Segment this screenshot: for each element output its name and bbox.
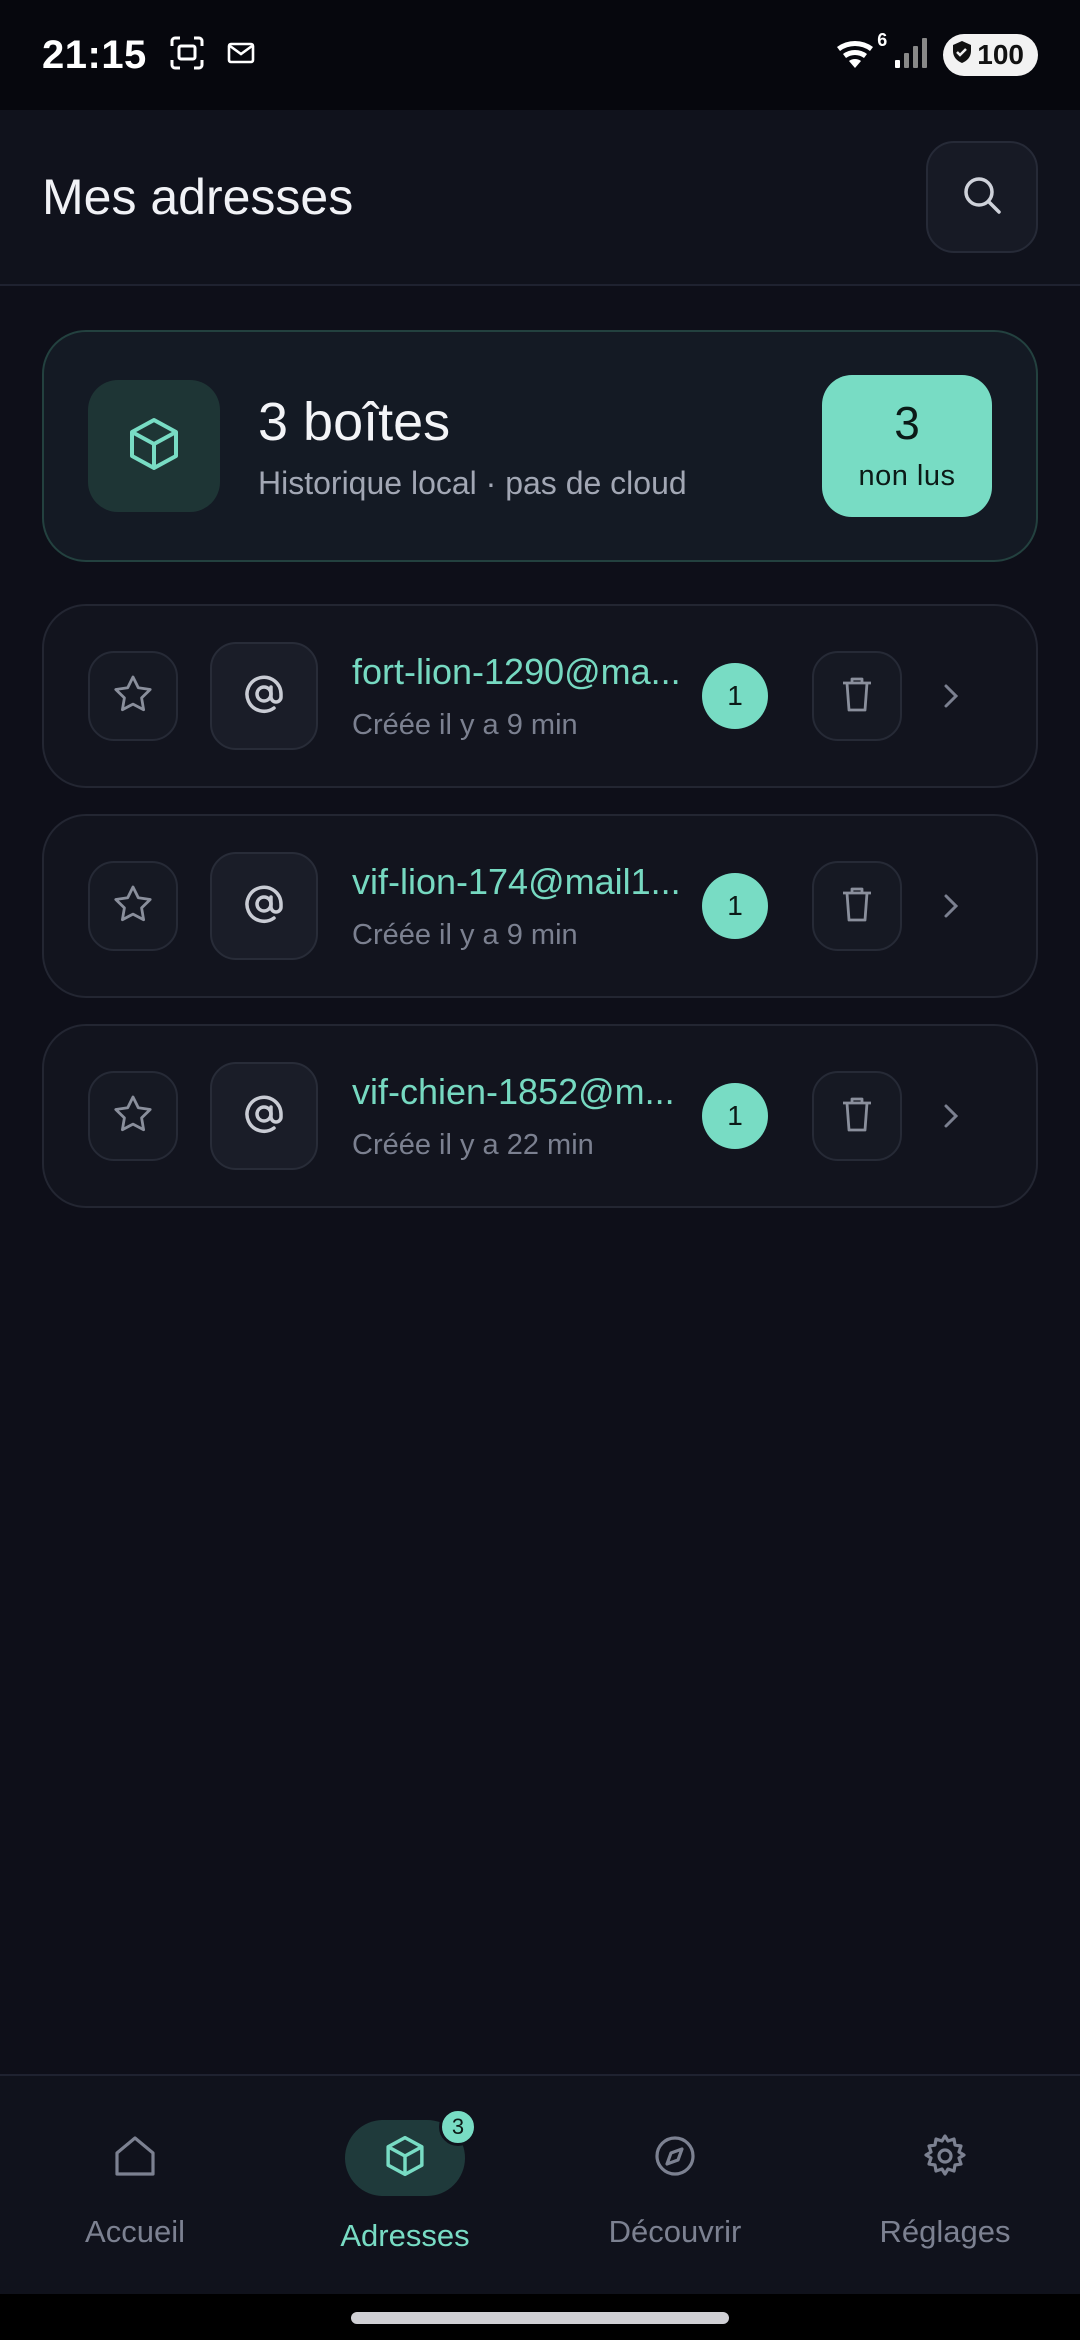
summary-subtitle: Historique local · pas de cloud [258,464,687,501]
wifi-label: 6 [877,29,888,50]
delete-button[interactable] [812,861,902,951]
at-icon [242,672,286,721]
nav-label: Réglages [879,2214,1011,2249]
unread-counter[interactable]: 3 non lus [822,375,992,517]
chevron-right-icon[interactable] [940,1099,962,1133]
chevron-right-icon[interactable] [940,679,962,713]
chevron-right-icon[interactable] [940,889,962,923]
unread-label: non lus [858,459,956,492]
bottom-nav: Accueil 3 Adresses Découvrir Réglages [0,2074,1080,2294]
nav-label: Accueil [85,2214,185,2249]
at-icon-box [210,1062,318,1170]
nav-badge: 3 [439,2108,477,2146]
address-created: Créée il y a 9 min [352,708,578,741]
address-email: fort-lion-1290@ma... [352,650,681,692]
shield-icon [951,39,973,71]
address-row[interactable]: vif-chien-1852@m... Créée il y a 22 min … [42,1024,1038,1208]
nav-item-reglages[interactable]: Réglages [835,2120,1055,2250]
address-email: vif-lion-174@mail1... [352,860,681,902]
message-count-badge: 1 [702,663,768,729]
gear-icon [921,2132,969,2185]
nav-item-accueil[interactable]: Accueil [25,2120,245,2250]
address-created: Créée il y a 9 min [352,918,578,951]
summary-card: 3 boîtes Historique local · pas de cloud… [42,330,1038,562]
search-button[interactable] [926,141,1038,253]
trash-icon [839,674,875,719]
favorite-button[interactable] [88,651,178,741]
star-icon [112,1093,154,1140]
mail-icon [227,42,255,69]
summary-icon-box [88,380,220,512]
app-header: Mes adresses [0,110,1080,286]
cube-icon [382,2133,428,2184]
unread-count: 3 [894,396,920,449]
message-count-badge: 1 [702,1083,768,1149]
screenshot-icon [169,35,205,76]
message-count-badge: 1 [702,873,768,939]
battery-level: 100 [977,39,1024,70]
address-list: fort-lion-1290@ma... Créée il y a 9 min … [42,604,1038,1234]
cube-icon [124,414,184,479]
status-bar: 21:15 6 100 [0,0,1080,110]
at-icon-box [210,852,318,960]
address-email: vif-chien-1852@m... [352,1070,675,1112]
home-icon [112,2133,158,2184]
address-row[interactable]: vif-lion-174@mail1... Créée il y a 9 min… [42,814,1038,998]
at-icon [242,882,286,931]
search-icon [960,173,1004,222]
address-created: Créée il y a 22 min [352,1128,594,1161]
home-indicator[interactable] [351,2312,729,2324]
star-icon [112,673,154,720]
favorite-button[interactable] [88,861,178,951]
signal-icon [893,36,929,75]
compass-icon [652,2133,698,2184]
nav-label: Découvrir [608,2214,742,2249]
at-icon [242,1092,286,1141]
page-title: Mes adresses [42,169,354,225]
battery-indicator: 100 [943,34,1038,76]
delete-button[interactable] [812,651,902,741]
favorite-button[interactable] [88,1071,178,1161]
trash-icon [839,1094,875,1139]
address-row[interactable]: fort-lion-1290@ma... Créée il y a 9 min … [42,604,1038,788]
status-time: 21:15 [42,32,147,77]
at-icon-box [210,642,318,750]
delete-button[interactable] [812,1071,902,1161]
nav-label: Adresses [340,2218,470,2253]
nav-item-adresses[interactable]: 3 Adresses [295,2108,515,2254]
star-icon [112,883,154,930]
nav-item-decouvrir[interactable]: Découvrir [565,2120,785,2250]
summary-title: 3 boîtes [258,391,451,452]
wifi-icon: 6 [835,30,887,75]
trash-icon [839,884,875,929]
screen: 21:15 6 100 Mes adresses 3 boîtes Histor… [0,0,1080,2340]
